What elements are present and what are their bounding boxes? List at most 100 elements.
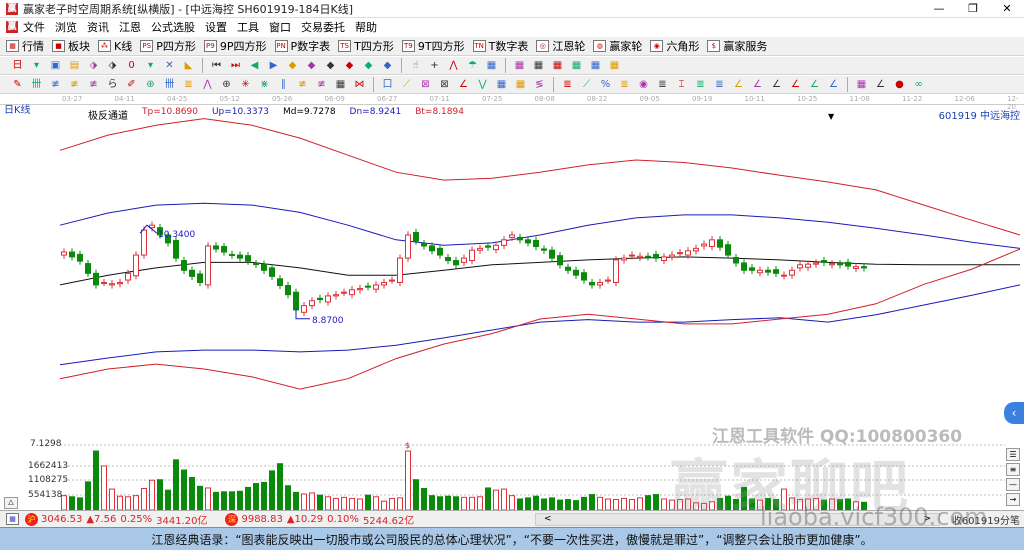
tool-icon[interactable]: ≣ <box>182 78 195 91</box>
tool-icon[interactable]: ∠ <box>827 78 840 91</box>
tool-icon[interactable]: ≣ <box>713 78 726 91</box>
menu-item[interactable]: 交易委托 <box>301 19 345 35</box>
maximize-button[interactable]: ❐ <box>956 0 990 18</box>
menu-item[interactable]: 浏览 <box>55 19 77 35</box>
tool-icon[interactable]: ▦ <box>608 59 621 72</box>
tool-icon[interactable]: % <box>599 78 612 91</box>
tool-icon[interactable]: ⋁ <box>476 78 489 91</box>
toolbar-button[interactable]: ▦ 行情 <box>6 38 44 54</box>
tool-icon[interactable]: ∠ <box>874 78 887 91</box>
tool-icon[interactable]: ◆ <box>305 59 318 72</box>
expand-panel-button[interactable]: △ <box>4 497 18 509</box>
tool-icon[interactable]: ✎ <box>11 78 24 91</box>
tool-icon[interactable]: ∠ <box>770 78 783 91</box>
tool-icon[interactable]: ≶ <box>533 78 546 91</box>
tool-icon[interactable]: ▦ <box>334 78 347 91</box>
toolbar-button[interactable]: ◍ 赢家轮 <box>593 38 642 54</box>
tool-icon[interactable]: ∥ <box>277 78 290 91</box>
tool-icon[interactable]: ら <box>106 78 119 91</box>
calculator-icon[interactable]: ▦ <box>6 513 19 525</box>
tool-icon[interactable]: ◀ <box>248 59 261 72</box>
menu-item[interactable]: 文件 <box>23 19 45 35</box>
tool-icon[interactable]: ⬗ <box>106 59 119 72</box>
scroll-right-button[interactable]: > <box>923 514 931 524</box>
tool-icon[interactable]: ≢ <box>315 78 328 91</box>
tool-icon[interactable]: ⋇ <box>258 78 271 91</box>
toolbar-button[interactable]: ⁂ K线 <box>98 38 132 54</box>
tool-icon[interactable]: ⟋ <box>580 78 593 91</box>
tool-icon[interactable]: ⋀ <box>201 78 214 91</box>
tool-icon[interactable]: ∠ <box>751 78 764 91</box>
tool-icon[interactable]: ⏭ <box>229 59 242 72</box>
tool-icon[interactable]: ◆ <box>343 59 356 72</box>
tool-icon[interactable]: ▦ <box>513 59 526 72</box>
side-panel-toggle[interactable]: ‹ <box>1004 402 1024 424</box>
tool-icon[interactable]: ⋀ <box>447 59 460 72</box>
menu-item[interactable]: 设置 <box>205 19 227 35</box>
sh-index-value[interactable]: 3046.53 <box>41 514 82 525</box>
tool-icon[interactable]: ◆ <box>381 59 394 72</box>
tool-icon[interactable]: ≣ <box>656 78 669 91</box>
tick-data-button[interactable]: 收601919分笔 <box>952 512 1020 527</box>
tool-icon[interactable]: ☂ <box>466 59 479 72</box>
toolbar-button[interactable]: TS T四方形 <box>338 38 394 54</box>
layout-button-3[interactable]: ☰ <box>1006 448 1020 461</box>
scroll-left-button[interactable]: < <box>544 514 552 524</box>
tool-icon[interactable]: ∠ <box>457 78 470 91</box>
tool-icon[interactable]: ◆ <box>324 59 337 72</box>
toolbar-button[interactable]: $ 赢家服务 <box>707 38 767 54</box>
menu-item[interactable]: 公式选股 <box>151 19 195 35</box>
tool-icon[interactable]: ≣ <box>618 78 631 91</box>
tool-icon[interactable]: ✐ <box>125 78 138 91</box>
toolbar-button[interactable]: PN P数字表 <box>274 38 330 54</box>
tool-icon[interactable]: ▦ <box>551 59 564 72</box>
toolbar-button[interactable]: P9 9P四方形 <box>203 38 267 54</box>
menu-item[interactable]: 工具 <box>237 19 259 35</box>
tool-icon[interactable]: ◉ <box>637 78 650 91</box>
tool-icon[interactable]: ◆ <box>286 59 299 72</box>
tool-icon[interactable]: ▦ <box>532 59 545 72</box>
layout-button-2[interactable]: ≡ <box>1006 463 1020 476</box>
menu-item[interactable]: 窗口 <box>269 19 291 35</box>
toolbar-button[interactable]: ◎ 江恩轮 <box>536 38 585 54</box>
tool-icon[interactable]: ▾ <box>144 59 157 72</box>
tool-icon[interactable]: ⋈ <box>353 78 366 91</box>
tool-icon[interactable]: 卌 <box>30 78 43 91</box>
tool-icon[interactable]: ⌶ <box>675 78 688 91</box>
tool-icon[interactable]: ▣ <box>49 59 62 72</box>
layout-button-arrow[interactable]: → <box>1006 493 1020 506</box>
tool-icon[interactable]: ∠ <box>732 78 745 91</box>
tool-icon[interactable]: ⊕ <box>220 78 233 91</box>
toolbar-button[interactable]: ■ 板块 <box>52 38 90 54</box>
tool-icon[interactable]: ● <box>893 78 906 91</box>
tool-icon[interactable]: ⬗ <box>87 59 100 72</box>
tool-icon[interactable]: ⊕ <box>144 78 157 91</box>
tool-icon[interactable]: ⏮ <box>210 59 223 72</box>
tool-icon[interactable]: 0 <box>125 59 138 72</box>
tool-icon[interactable]: ≢ <box>49 78 62 91</box>
tool-icon[interactable]: ✳ <box>239 78 252 91</box>
tool-icon[interactable]: ≣ <box>561 78 574 91</box>
tool-icon[interactable]: ◣ <box>182 59 195 72</box>
sz-index-value[interactable]: 9988.83 <box>241 514 282 525</box>
tool-icon[interactable]: ▾ <box>30 59 43 72</box>
tool-icon[interactable]: ▤ <box>68 59 81 72</box>
toolbar-button[interactable]: T9 9T四方形 <box>401 38 465 54</box>
menu-item[interactable]: 帮助 <box>355 19 377 35</box>
tool-icon[interactable]: ▦ <box>570 59 583 72</box>
close-button[interactable]: ✕ <box>990 0 1024 18</box>
tool-icon[interactable]: ▦ <box>495 78 508 91</box>
tool-icon[interactable]: ≢ <box>87 78 100 91</box>
horizontal-scrollbar[interactable]: < > <box>535 513 940 526</box>
tool-icon[interactable]: ⊠ <box>438 78 451 91</box>
toolbar-button[interactable]: ◉ 六角形 <box>650 38 699 54</box>
tool-icon[interactable]: ▦ <box>485 59 498 72</box>
tool-icon[interactable]: ▦ <box>514 78 527 91</box>
tool-icon[interactable]: ✕ <box>163 59 176 72</box>
tool-icon[interactable]: ≢ <box>296 78 309 91</box>
tool-icon[interactable]: ∠ <box>808 78 821 91</box>
tool-icon[interactable]: 日 <box>11 59 24 72</box>
tool-icon[interactable]: ⟋ <box>400 78 413 91</box>
tool-icon[interactable]: + <box>428 59 441 72</box>
tool-icon[interactable]: ◆ <box>362 59 375 72</box>
